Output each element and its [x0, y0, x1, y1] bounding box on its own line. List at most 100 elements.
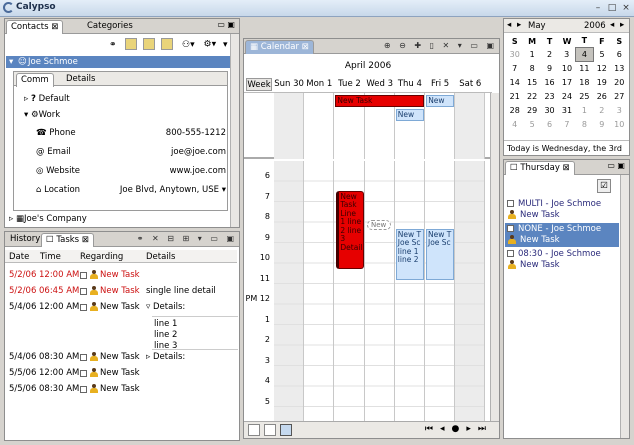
mini-day[interactable]: 9	[541, 61, 558, 75]
zoom-in-icon[interactable]: ⊕	[384, 41, 394, 50]
close-icon[interactable]: ×	[620, 2, 632, 14]
mini-day[interactable]: 1	[523, 47, 540, 61]
mini-day[interactable]: 5	[523, 117, 540, 131]
mini-day[interactable]: 3	[611, 103, 628, 117]
mini-day[interactable]: 1	[576, 103, 593, 117]
task-checkbox[interactable]	[80, 386, 87, 393]
allday-event-red[interactable]: New Task	[335, 95, 424, 107]
mini-day[interactable]: 19	[593, 75, 610, 89]
contacts-scrollbar[interactable]	[230, 34, 239, 227]
chart-icon[interactable]	[143, 38, 156, 50]
thursday-item[interactable]: NONE - Joe Schmoe New Task	[505, 223, 619, 247]
table-row[interactable]: 5/4/06 08:30 AM New Task ▹ Details:	[5, 352, 237, 365]
mini-day[interactable]: 14	[506, 75, 523, 89]
email-value[interactable]: joe@joe.com	[171, 147, 226, 157]
table-row[interactable]: 5/2/06 12:00 AM New Task	[5, 270, 237, 283]
mini-day[interactable]: 10	[558, 61, 575, 75]
view-menu-icon[interactable]: ▾	[223, 40, 228, 50]
tab-categories[interactable]: Categories	[83, 20, 137, 34]
new-doc-icon[interactable]: ▯	[430, 41, 437, 50]
mini-day[interactable]: 2	[593, 103, 610, 117]
col-date[interactable]: Date	[9, 252, 29, 262]
delete-icon[interactable]: ✕	[152, 234, 162, 243]
col-regarding[interactable]: Regarding	[80, 252, 123, 262]
mini-day[interactable]: 24	[558, 89, 575, 103]
allday-event-thu[interactable]: New Ta	[395, 109, 424, 121]
task-checkbox[interactable]	[80, 304, 87, 311]
mini-day[interactable]: 7	[506, 61, 523, 75]
task-checkbox[interactable]	[80, 354, 87, 361]
allday-event-fri[interactable]: New Ta	[426, 95, 455, 107]
day-view-button[interactable]	[248, 424, 260, 436]
person-filter-icon[interactable]	[125, 38, 138, 50]
maximize-icon[interactable]: ▣	[486, 41, 497, 50]
year-label[interactable]: 2006	[584, 21, 606, 31]
website-value[interactable]: www.joe.com	[170, 166, 226, 176]
thursday-item[interactable]: MULTI - Joe Schmoe New Task	[505, 198, 619, 222]
week-button[interactable]: Week	[246, 78, 272, 91]
next-month-icon[interactable]: ▸	[517, 20, 521, 30]
mini-day[interactable]: 25	[576, 89, 593, 103]
add-icon[interactable]: ✚	[414, 41, 424, 50]
task-checkbox[interactable]	[80, 370, 87, 377]
zoom-out-icon[interactable]: ⊖	[399, 41, 409, 50]
mini-day[interactable]: 8	[576, 117, 593, 131]
day-header-6[interactable]: Sat 6	[455, 79, 485, 89]
month-view-button[interactable]	[280, 424, 292, 436]
mini-day[interactable]: 23	[541, 89, 558, 103]
delete-icon[interactable]: ✕	[443, 41, 453, 50]
day-header-4[interactable]: Thu 4	[395, 79, 425, 89]
month-label[interactable]: May	[528, 21, 546, 31]
collapse-all-icon[interactable]: ⊟	[167, 234, 177, 243]
tab-tasks[interactable]: ☐ Tasks ⊠	[41, 233, 94, 247]
mini-day[interactable]: 10	[611, 117, 628, 131]
collapse-icon[interactable]: ▾	[9, 57, 13, 67]
new-event-ghost[interactable]: New	[366, 220, 391, 231]
minimize-icon[interactable]: –	[592, 2, 604, 14]
today-text[interactable]: Today is Wednesday, the 3rd	[504, 140, 629, 155]
menu-icon[interactable]: ▾	[198, 234, 205, 243]
mini-day[interactable]: 22	[523, 89, 540, 103]
next-year-icon[interactable]: ▸	[620, 20, 624, 30]
table-row[interactable]: 5/5/06 08:30 AM New Task	[5, 384, 237, 397]
mini-day[interactable]: 4	[506, 117, 523, 131]
minimize-icon[interactable]: ▭	[470, 41, 481, 50]
expand-all-icon[interactable]: ⊞	[183, 234, 193, 243]
mini-day[interactable]: 11	[576, 61, 593, 75]
mini-day[interactable]: 9	[593, 117, 610, 131]
today-icon[interactable]: ●	[452, 424, 467, 434]
mini-day[interactable]: 3	[558, 47, 575, 61]
first-icon[interactable]: ⏮	[425, 424, 440, 434]
mini-day[interactable]: 17	[558, 75, 575, 89]
day-header-0[interactable]: Sun 30	[274, 79, 304, 89]
minimize-panel-icon[interactable]: ▭ ▣	[217, 20, 235, 29]
maximize-icon[interactable]: ▣	[226, 234, 237, 243]
group-work[interactable]: ▾ ⚙Work	[24, 110, 60, 120]
mini-day[interactable]: 30	[541, 103, 558, 117]
last-icon[interactable]: ⏭	[478, 424, 493, 434]
mini-day[interactable]: 21	[506, 89, 523, 103]
timed-event-thu[interactable]: New T Joe Sc line 1 line 2	[395, 228, 424, 280]
tab-comm[interactable]: Comm	[16, 73, 54, 87]
company-row[interactable]: ▹ ▦Joe's Company	[9, 214, 87, 224]
mini-day[interactable]: 6	[611, 47, 628, 61]
item-checkbox[interactable]	[507, 250, 514, 257]
mini-day[interactable]: 31	[558, 103, 575, 117]
prev-icon[interactable]: ◂	[440, 424, 452, 434]
item-checkbox[interactable]	[507, 200, 514, 207]
tab-history[interactable]: History	[6, 233, 44, 247]
minimize-icon[interactable]: ▭ ▣	[607, 161, 625, 170]
add-contact-icon[interactable]: ⚇▾	[182, 40, 195, 50]
mini-day[interactable]: 20	[611, 75, 628, 89]
tab-calendar[interactable]: ▦ Calendar ⊠	[245, 40, 314, 54]
mini-day[interactable]: 18	[576, 75, 593, 89]
day-header-2[interactable]: Tue 2	[334, 79, 364, 89]
thursday-scrollbar[interactable]	[620, 175, 629, 438]
table-row[interactable]: 5/2/06 06:45 AM New Task single line detail	[5, 286, 237, 299]
mini-day[interactable]: 2	[541, 47, 558, 61]
col-time[interactable]: Time	[40, 252, 61, 262]
group-default[interactable]: ▹ ? Default	[24, 94, 70, 104]
mini-day[interactable]: 27	[611, 89, 628, 103]
location-value[interactable]: Joe Blvd, Anytown, USE ▾	[120, 185, 226, 195]
day-header-5[interactable]: Fri 5	[425, 79, 455, 89]
